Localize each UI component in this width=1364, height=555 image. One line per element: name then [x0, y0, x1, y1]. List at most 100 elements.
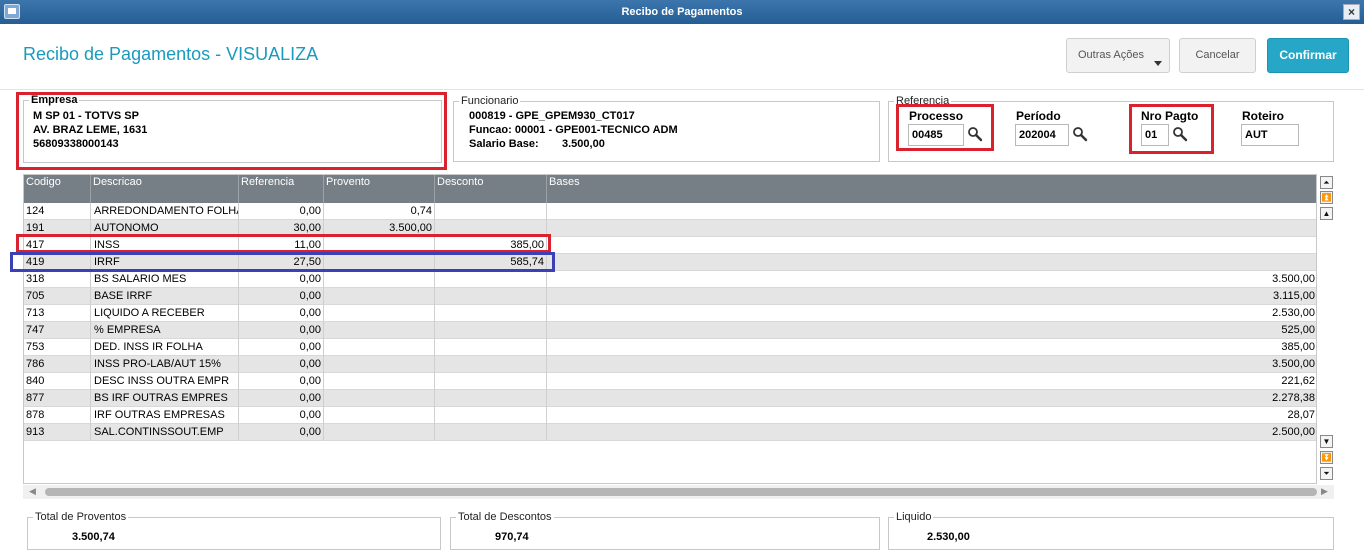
cell-bases: 3.500,00 — [1272, 358, 1315, 370]
table-row[interactable]: 705 BASE IRRF 0,00 3.115,00 — [24, 288, 1316, 305]
cell-descricao: BASE IRRF — [91, 288, 239, 305]
irrf-row-highlight — [10, 252, 555, 272]
inss-row-highlight — [16, 234, 551, 253]
cell-descricao: % EMPRESA — [91, 322, 239, 339]
cell-referencia: 0,00 — [239, 407, 324, 424]
table-row[interactable]: 913 SAL.CONTINSSOUT.EMP 0,00 2.500,00 — [24, 424, 1316, 441]
page-title: Recibo de Pagamentos - VISUALIZA — [23, 44, 319, 64]
scroll-top-icon[interactable]: ⏶ — [1320, 176, 1333, 189]
table-row[interactable]: 747% EMPRESA 0,00 525,00 — [24, 322, 1316, 339]
cell-provento — [324, 424, 435, 441]
scroll-page-down-icon[interactable]: ⏬ — [1320, 451, 1333, 464]
cell-codigo: 878 — [24, 407, 91, 424]
cell-bases — [547, 254, 1316, 271]
cell-referencia: 0,00 — [239, 271, 324, 288]
salario-base-value: 3.500,00 — [562, 138, 605, 150]
cell-codigo: 705 — [24, 288, 91, 305]
cell-bases: 2.278,38 — [1272, 392, 1315, 404]
cell-bases: 2.530,00 — [1272, 307, 1315, 319]
cell-referencia: 0,00 — [239, 390, 324, 407]
window-title: Recibo de Pagamentos — [621, 6, 743, 18]
cell-codigo: 877 — [24, 390, 91, 407]
horizontal-scroll-thumb[interactable] — [45, 488, 1317, 496]
cancel-button[interactable]: Cancelar — [1179, 38, 1256, 73]
table-row[interactable]: 877 BS IRF OUTRAS EMPRES 0,00 2.278,38 — [24, 390, 1316, 407]
scroll-down-icon[interactable]: ▼ — [1320, 435, 1333, 448]
cell-referencia: 0,00 — [239, 305, 324, 322]
verbas-grid[interactable]: Codigo Descricao Referencia Provento Des… — [23, 174, 1317, 484]
periodo-label: Período — [1016, 109, 1061, 123]
cell-codigo: 840 — [24, 373, 91, 390]
vertical-scrollbar[interactable]: ⏶ ⏫ ▲ ▼ ⏬ ⏷ — [1319, 174, 1334, 484]
cell-desconto — [435, 407, 547, 424]
cell-descricao: DED. INSS IR FOLHA — [91, 339, 239, 356]
total-proventos-group: Total de Proventos 3.500,74 — [27, 511, 441, 550]
col-header-descricao[interactable]: Descricao — [91, 175, 239, 203]
recibo-window: Recibo de Pagamentos × Recibo de Pagamen… — [0, 0, 1364, 555]
periodo-input[interactable]: 202004 — [1015, 124, 1069, 146]
table-row[interactable]: 318 BS SALARIO MES 0,00 3.500,00 — [24, 271, 1316, 288]
cell-referencia: 0,00 — [239, 373, 324, 390]
cell-desconto — [435, 305, 547, 322]
cell-bases: 2.500,00 — [1272, 426, 1315, 438]
cell-provento — [324, 322, 435, 339]
scroll-right-icon[interactable]: ▶ — [1321, 486, 1328, 497]
horizontal-scrollbar[interactable]: ◀ ▶ — [23, 485, 1334, 499]
scroll-left-icon[interactable]: ◀ — [29, 486, 36, 497]
confirm-button[interactable]: Confirmar — [1267, 38, 1349, 73]
cell-descricao: ARREDONDAMENTO FOLHA — [91, 203, 239, 220]
liquido-label: Liquido — [894, 511, 934, 523]
col-header-referencia[interactable]: Referencia — [239, 175, 324, 203]
cell-codigo: 913 — [24, 424, 91, 441]
cell-bases — [547, 220, 1316, 237]
table-row[interactable]: 713 LIQUIDO A RECEBER 0,00 2.530,00 — [24, 305, 1316, 322]
liquido-value: 2.530,00 — [927, 531, 970, 543]
col-header-codigo[interactable]: Codigo — [24, 175, 91, 203]
cell-provento — [324, 390, 435, 407]
cell-bases — [547, 203, 1316, 220]
col-header-provento[interactable]: Provento — [324, 175, 435, 203]
table-row[interactable]: 124 ARREDONDAMENTO FOLHA 0,00 0,74 — [24, 203, 1316, 220]
cell-desconto — [435, 424, 547, 441]
col-header-desconto[interactable]: Desconto — [435, 175, 547, 203]
col-header-bases[interactable]: Bases — [547, 175, 1316, 203]
nro-pagto-highlight — [1129, 104, 1214, 154]
scroll-up-icon[interactable]: ▲ — [1320, 207, 1333, 220]
outras-acoes-button[interactable]: Outras Ações — [1066, 38, 1170, 73]
salario-base-label: Salario Base: — [469, 138, 539, 150]
scroll-bottom-icon[interactable]: ⏷ — [1320, 467, 1333, 480]
table-row[interactable]: 878 IRF OUTRAS EMPRESAS 0,00 28,07 — [24, 407, 1316, 424]
cell-desconto — [435, 390, 547, 407]
cell-bases: 385,00 — [1281, 341, 1315, 353]
table-row[interactable]: 786 INSS PRO-LAB/AUT 15% 0,00 3.500,00 — [24, 356, 1316, 373]
cell-bases: 525,00 — [1281, 324, 1315, 336]
close-icon[interactable]: × — [1343, 4, 1360, 20]
cell-desconto — [435, 373, 547, 390]
cell-provento — [324, 288, 435, 305]
total-proventos-value: 3.500,74 — [72, 531, 115, 543]
table-row[interactable]: 840 DESC INSS OUTRA EMPR 0,00 221,62 — [24, 373, 1316, 390]
cell-bases: 3.500,00 — [1272, 273, 1315, 285]
funcionario-line2: Funcao: 00001 - GPE001-TECNICO ADM — [469, 124, 678, 136]
cell-codigo: 318 — [24, 271, 91, 288]
cell-codigo: 786 — [24, 356, 91, 373]
window-icon — [4, 4, 20, 19]
cell-codigo: 747 — [24, 322, 91, 339]
roteiro-input[interactable]: AUT — [1241, 124, 1299, 146]
cell-descricao: DESC INSS OUTRA EMPR — [91, 373, 239, 390]
cell-provento — [324, 356, 435, 373]
cell-desconto — [435, 203, 547, 220]
empresa-highlight — [16, 92, 447, 170]
cell-codigo: 753 — [24, 339, 91, 356]
chevron-down-icon — [1154, 61, 1162, 66]
search-icon-periodo[interactable] — [1072, 126, 1088, 142]
cell-descricao: BS SALARIO MES — [91, 271, 239, 288]
cell-bases — [547, 237, 1316, 254]
cell-descricao: LIQUIDO A RECEBER — [91, 305, 239, 322]
cell-desconto — [435, 356, 547, 373]
cell-provento — [324, 339, 435, 356]
cell-provento — [324, 305, 435, 322]
cell-provento — [324, 373, 435, 390]
scroll-page-up-icon[interactable]: ⏫ — [1320, 191, 1333, 204]
table-row[interactable]: 753 DED. INSS IR FOLHA 0,00 385,00 — [24, 339, 1316, 356]
